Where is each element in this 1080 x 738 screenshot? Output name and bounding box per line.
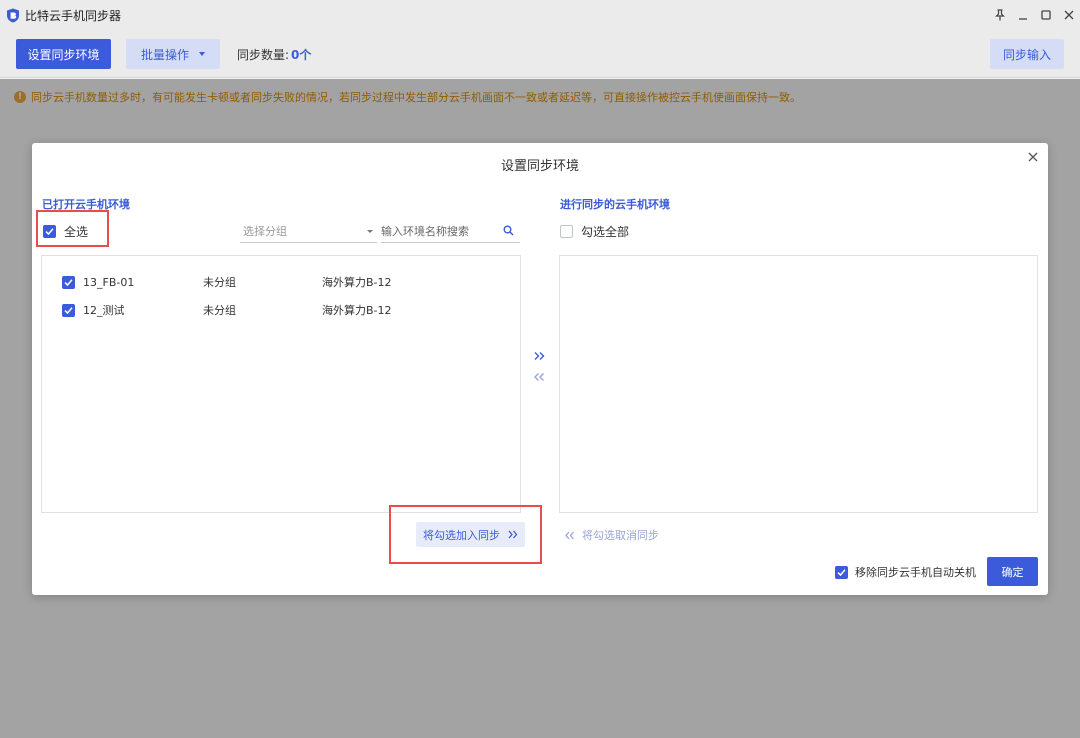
checkbox-checked[interactable] [835,565,848,579]
env-spec: 海外算力B-12 [322,304,392,317]
search-icon [503,225,514,236]
pin-icon [994,9,1005,21]
group-select[interactable]: 选择分组 [240,220,377,243]
highlight-box-add-sync [389,505,542,564]
close-icon [1064,10,1073,20]
maximize-button[interactable] [1034,0,1057,30]
auto-shutdown-label: 移除同步云手机自动关机 [855,566,976,579]
shield-logo-icon [7,8,19,22]
minimize-button[interactable] [1011,0,1034,30]
sync-input-button[interactable]: 同步输入 [990,39,1064,69]
env-search-input[interactable]: 输入环境名称搜索 [381,220,520,243]
remove-from-sync-button[interactable]: 将勾选取消同步 [565,527,659,543]
env-group: 未分组 [203,304,236,317]
opened-envs-list[interactable]: 13_FB-01 未分组 海外算力B-12 12_测试 未分组 海外算力B-12 [41,255,521,513]
maximize-icon [1040,10,1051,20]
close-window-button[interactable] [1057,0,1080,30]
syncing-envs-list[interactable] [559,255,1038,513]
sync-count: 同步数量: 0个 [237,39,311,69]
title-bar: 比特云手机同步器 [0,0,1080,30]
sync-env-dialog: 设置同步环境 已打开云手机环境 全选 选择分组 输入环境名称搜索 13_FB-0… [32,143,1048,595]
checkmark-icon [64,306,73,314]
checkbox-unchecked[interactable] [560,225,573,238]
dialog-title: 设置同步环境 [500,159,579,174]
check-all-checkbox[interactable]: 勾选全部 [560,223,629,240]
toolbar: 设置同步环境 批量操作 同步数量: 0个 同步输入 [0,30,1080,78]
chevron-down-icon [367,230,373,233]
window-title: 比特云手机同步器 [25,8,122,23]
window-controls [988,0,1080,30]
dialog-close-button[interactable] [1026,150,1040,164]
checkmark-icon [64,278,73,286]
table-row[interactable]: 12_测试 未分组 海外算力B-12 [62,302,392,318]
search-placeholder: 输入环境名称搜索 [381,225,469,238]
check-all-label: 勾选全部 [581,225,630,239]
batch-operations-label: 批量操作 [140,47,189,62]
move-right-icon[interactable] [534,351,545,361]
env-group: 未分组 [203,276,236,289]
row-checkbox[interactable] [62,275,75,289]
setup-sync-env-button[interactable]: 设置同步环境 [16,39,111,69]
move-left-icon[interactable] [534,372,545,382]
env-spec: 海外算力B-12 [322,276,392,289]
batch-operations-dropdown[interactable]: 批量操作 [126,39,220,69]
remove-from-sync-label: 将勾选取消同步 [582,529,659,542]
sync-count-label: 同步数量: [237,47,290,62]
sync-count-value: 0个 [291,47,312,62]
confirm-button[interactable]: 确定 [987,557,1038,586]
table-row[interactable]: 13_FB-01 未分组 海外算力B-12 [62,274,392,290]
row-checkbox[interactable] [62,303,75,317]
double-chevron-left-icon [565,531,574,539]
auto-shutdown-checkbox[interactable]: 移除同步云手机自动关机 [835,564,976,580]
chevron-down-icon [199,52,205,56]
group-select-placeholder: 选择分组 [243,225,287,238]
syncing-envs-title: 进行同步的云手机环境 [560,198,670,211]
env-name: 13_FB-01 [83,275,135,289]
close-icon [1028,152,1038,162]
pin-button[interactable] [988,0,1011,30]
highlight-box-select-all [36,210,109,247]
env-name: 12_测试 [83,304,125,317]
checkmark-icon [837,568,846,576]
minimize-icon [1018,18,1027,20]
